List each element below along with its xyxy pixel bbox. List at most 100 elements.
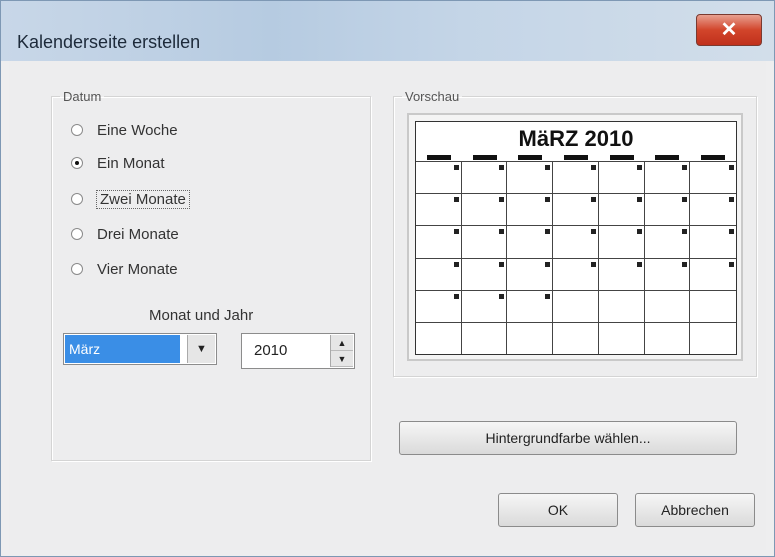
day-number-marker [729, 165, 734, 170]
day-number-marker [729, 197, 734, 203]
radio-circle-selected-icon [71, 157, 83, 169]
arrow-up-icon: ▲ [337, 337, 347, 348]
spin-down-button[interactable]: ▼ [331, 351, 353, 367]
calendar-day-cell [461, 257, 508, 290]
day-number-marker [636, 229, 642, 235]
day-number-marker [590, 165, 596, 170]
calendar-day-cell [598, 257, 645, 290]
close-icon: ✕ [720, 19, 738, 41]
calendar-day-cell [644, 321, 691, 354]
day-number-marker [682, 165, 688, 170]
day-number-marker [453, 261, 459, 267]
calendar-day-cell [644, 257, 691, 290]
month-year-label: Monat und Jahr [149, 307, 254, 324]
radio-ein-monat[interactable]: Ein Monat [71, 152, 165, 174]
day-number-marker [682, 229, 688, 235]
day-number-marker [453, 293, 459, 299]
calendar-day-cell [507, 289, 554, 322]
calendar-day-cell [553, 161, 599, 194]
calendar-day-cell [598, 193, 645, 226]
calendar-day-cell [690, 257, 736, 290]
radio-label: Drei Monate [97, 225, 179, 243]
chevron-down-icon: ▼ [196, 343, 207, 355]
spin-up-button[interactable]: ▲ [331, 335, 353, 351]
radio-vier-monate[interactable]: Vier Monate [71, 258, 178, 280]
day-number-marker [545, 261, 551, 267]
calendar-day-cell [416, 289, 462, 322]
calendar-day-cell [553, 225, 599, 258]
calendar-day-cell [507, 225, 554, 258]
calendar-day-cell [461, 193, 508, 226]
day-number-marker [453, 165, 459, 170]
radio-zwei-monate[interactable]: Zwei Monate [71, 188, 190, 210]
calendar-day-cell [507, 321, 554, 354]
calendar-day-cell [553, 193, 599, 226]
cancel-button[interactable]: Abbrechen [635, 493, 755, 527]
day-number-marker [729, 261, 734, 267]
calendar-day-cell [598, 161, 645, 194]
radio-label: Eine Woche [97, 121, 178, 139]
day-number-marker [636, 261, 642, 267]
day-number-marker [453, 229, 459, 235]
day-number-marker [682, 197, 688, 203]
dropdown-button[interactable]: ▼ [187, 335, 215, 363]
calendar-day-cell [507, 257, 554, 290]
calendar-day-cell [461, 225, 508, 258]
calendar-day-cell [644, 289, 691, 322]
calendar-day-cell [644, 161, 691, 194]
radio-circle-icon [71, 124, 83, 136]
calendar-day-cell [690, 321, 736, 354]
calendar-day-cell [598, 321, 645, 354]
day-number-marker [545, 165, 551, 170]
calendar-day-cell [416, 193, 462, 226]
calendar-day-cell [598, 225, 645, 258]
month-combobox[interactable]: März ▼ [63, 333, 217, 365]
day-number-marker [729, 229, 734, 235]
calendar-day-cell [690, 289, 736, 322]
calendar-day-cell [416, 161, 462, 194]
day-number-marker [499, 197, 505, 203]
day-number-marker [499, 293, 505, 299]
radio-circle-icon [71, 193, 83, 205]
calendar-day-cell [598, 289, 645, 322]
radio-drei-monate[interactable]: Drei Monate [71, 223, 179, 245]
day-number-marker [499, 229, 505, 235]
background-color-button[interactable]: Hintergrundfarbe wählen... [399, 421, 737, 455]
title-bar[interactable]: Kalenderseite erstellen ✕ [1, 1, 774, 61]
radio-label: Vier Monate [97, 260, 178, 278]
year-value: 2010 [254, 342, 288, 359]
calendar-day-cell [461, 321, 508, 354]
calendar-day-cell [416, 257, 462, 290]
year-spinner[interactable]: 2010 ▲ ▼ [241, 333, 355, 369]
spin-arrows: ▲ ▼ [330, 335, 353, 367]
month-value: März [65, 335, 180, 363]
radio-label: Zwei Monate [96, 189, 190, 209]
window-title: Kalenderseite erstellen [17, 32, 201, 52]
radio-label: Ein Monat [97, 154, 165, 172]
day-number-marker [590, 197, 596, 203]
radio-circle-icon [71, 228, 83, 240]
calendar-preview: MäRZ 2010 [415, 121, 737, 355]
calendar-day-cell [461, 289, 508, 322]
datum-legend: Datum [63, 89, 102, 104]
day-number-marker [545, 229, 551, 235]
day-number-marker [636, 197, 642, 203]
calendar-day-cell [553, 257, 599, 290]
calendar-day-cell [507, 161, 554, 194]
close-button[interactable]: ✕ [696, 14, 762, 46]
ok-button[interactable]: OK [498, 493, 618, 527]
day-number-marker [590, 261, 596, 267]
calendar-day-cell [644, 225, 691, 258]
day-number-marker [499, 261, 505, 267]
calendar-day-cell [507, 193, 554, 226]
day-number-marker [499, 165, 505, 170]
arrow-down-icon: ▼ [337, 353, 347, 364]
radio-circle-icon [71, 263, 83, 275]
calendar-title: MäRZ 2010 [518, 126, 634, 151]
calendar-day-cell [553, 289, 599, 322]
radio-eine-woche[interactable]: Eine Woche [71, 119, 178, 141]
calendar-day-cell [416, 225, 462, 258]
day-number-marker [545, 197, 551, 203]
calendar-day-cell [553, 321, 599, 354]
calendar-day-cell [416, 321, 462, 354]
